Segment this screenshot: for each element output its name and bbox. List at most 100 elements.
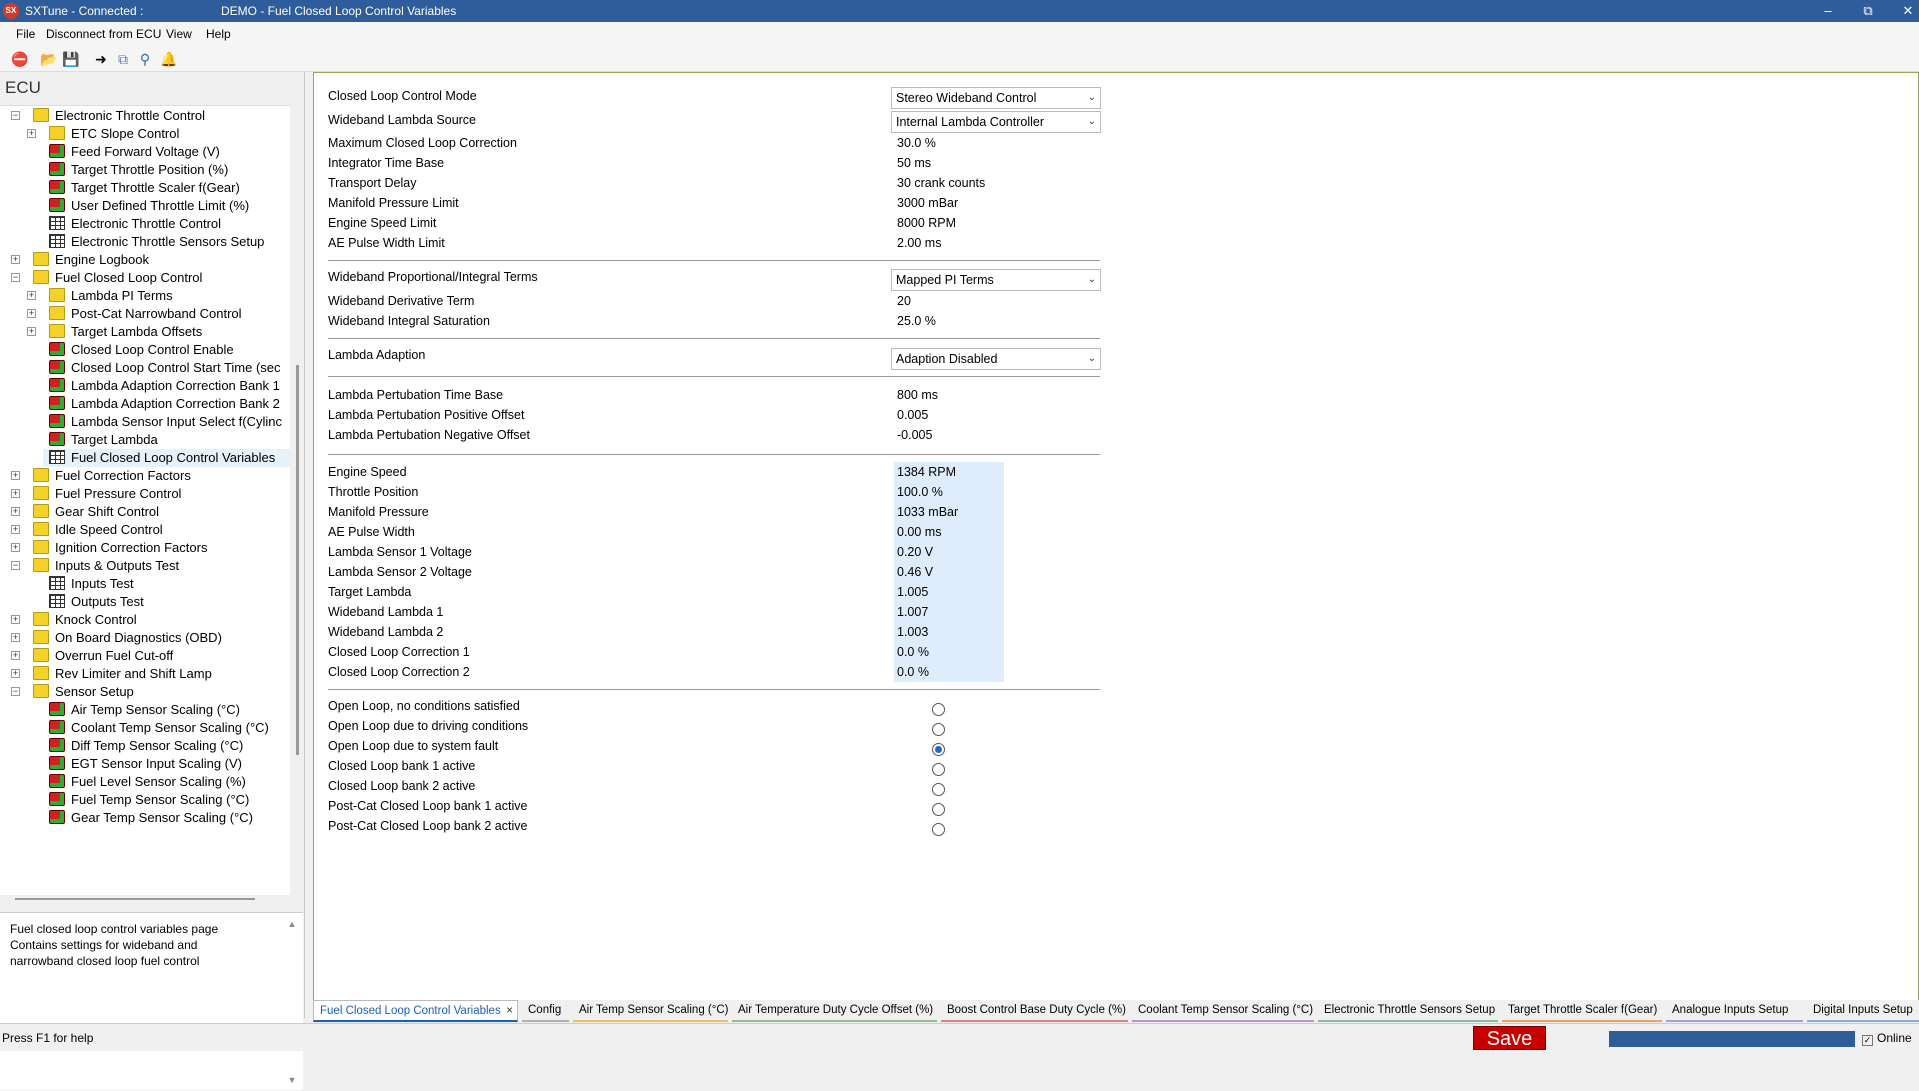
field-value[interactable]: 50 ms <box>894 153 1004 173</box>
menu-help[interactable]: Help <box>206 27 231 41</box>
tree-item[interactable]: − Electronic Throttle Control <box>11 107 290 125</box>
tree-item[interactable]: − Inputs & Outputs Test <box>11 557 290 575</box>
tree-item[interactable]: Outputs Test <box>43 593 290 611</box>
expand-icon[interactable]: + <box>11 489 20 498</box>
tab[interactable]: Air Temperature Duty Cycle Offset (%) <box>732 1000 937 1022</box>
tab[interactable]: Analogue Inputs Setup <box>1666 1000 1803 1022</box>
alert-bell-icon[interactable]: 🔔 <box>160 50 178 68</box>
field-value[interactable]: 3000 mBar <box>894 193 1004 213</box>
expand-icon[interactable]: + <box>11 633 20 642</box>
close-icon[interactable]: ✕ <box>1892 0 1919 22</box>
tree-item[interactable]: Air Temp Sensor Scaling (°C) <box>43 701 290 719</box>
menu-view[interactable]: View <box>166 27 192 41</box>
tree-item[interactable]: Inputs Test <box>43 575 290 593</box>
tree-item[interactable]: + ETC Slope Control <box>27 125 290 143</box>
field-value[interactable]: 30.0 % <box>894 133 1004 153</box>
tree-item[interactable]: Coolant Temp Sensor Scaling (°C) <box>43 719 290 737</box>
status-radio-postcat-bank1[interactable] <box>932 803 945 816</box>
scrollbar-thumb[interactable] <box>15 898 255 900</box>
tree-item[interactable]: + Target Lambda Offsets <box>27 323 290 341</box>
status-radio-open-loop-fault[interactable] <box>932 743 945 756</box>
tree-item[interactable]: Fuel Closed Loop Control Variables <box>43 449 290 467</box>
status-radio-open-loop-no-conditions[interactable] <box>932 703 945 716</box>
pi-terms-select[interactable]: Mapped PI Terms ⌄ <box>891 269 1101 291</box>
tab[interactable]: Air Temp Sensor Scaling (°C) <box>573 1000 728 1022</box>
tree-item[interactable]: + Idle Speed Control <box>11 521 290 539</box>
status-radio-open-loop-driving[interactable] <box>932 723 945 736</box>
expand-icon[interactable]: + <box>11 525 20 534</box>
menu-disconnect[interactable]: Disconnect from ECU <box>46 27 161 41</box>
tree-item[interactable]: Fuel Level Sensor Scaling (%) <box>43 773 290 791</box>
tab[interactable]: Fuel Closed Loop Control Variables × <box>313 1000 518 1022</box>
tab[interactable]: Config <box>522 1000 569 1022</box>
field-value[interactable]: 20 <box>894 291 1004 311</box>
collapse-icon[interactable]: − <box>11 111 20 120</box>
field-value[interactable]: -0.005 <box>894 425 1004 445</box>
expand-icon[interactable]: + <box>11 471 20 480</box>
tree-item[interactable]: + Gear Shift Control <box>11 503 290 521</box>
tree-item[interactable]: Fuel Temp Sensor Scaling (°C) <box>43 791 290 809</box>
tree-item[interactable]: + Ignition Correction Factors <box>11 539 290 557</box>
expand-icon[interactable]: + <box>11 507 20 516</box>
online-toggle[interactable]: ✓ Online <box>1862 1031 1912 1046</box>
open-folder-icon[interactable]: 📂 <box>40 50 58 68</box>
goto-icon[interactable]: ➜ <box>92 50 110 68</box>
restore-icon[interactable]: ⧉ <box>1852 0 1884 22</box>
expand-icon[interactable]: + <box>11 651 20 660</box>
expand-icon[interactable]: + <box>27 327 36 336</box>
field-value[interactable]: 25.0 % <box>894 311 1004 331</box>
status-radio-postcat-bank2[interactable] <box>932 823 945 836</box>
expand-icon[interactable]: + <box>27 309 36 318</box>
field-value[interactable]: 800 ms <box>894 385 1004 405</box>
tree-item[interactable]: User Defined Throttle Limit (%) <box>43 197 290 215</box>
copy-icon[interactable]: ⧉ <box>114 50 132 68</box>
tree-item[interactable]: + Lambda PI Terms <box>27 287 290 305</box>
search-icon[interactable]: ⚲ <box>136 50 154 68</box>
tree-item[interactable]: + Fuel Pressure Control <box>11 485 290 503</box>
save-button[interactable]: Save <box>1473 1026 1546 1050</box>
tab[interactable]: Target Throttle Scaler f(Gear) <box>1502 1000 1662 1022</box>
tree-item[interactable]: Electronic Throttle Control <box>43 215 290 233</box>
tree-item[interactable]: + Rev Limiter and Shift Lamp <box>11 665 290 683</box>
tree-item[interactable]: + Overrun Fuel Cut-off <box>11 647 290 665</box>
tree-item[interactable]: Electronic Throttle Sensors Setup <box>43 233 290 251</box>
tree-item[interactable]: + On Board Diagnostics (OBD) <box>11 629 290 647</box>
tree-item[interactable]: + Engine Logbook <box>11 251 290 269</box>
field-value[interactable]: 0.005 <box>894 405 1004 425</box>
tree-item[interactable]: Diff Temp Sensor Scaling (°C) <box>43 737 290 755</box>
tree-item[interactable]: − Sensor Setup <box>11 683 290 701</box>
tree-horizontal-scrollbar[interactable] <box>0 896 290 902</box>
expand-icon[interactable]: + <box>27 291 36 300</box>
status-radio-closed-loop-bank2[interactable] <box>932 783 945 796</box>
tab[interactable]: Electronic Throttle Sensors Setup <box>1318 1000 1498 1022</box>
save-icon[interactable]: 💾 <box>62 50 80 68</box>
tree-item[interactable]: EGT Sensor Input Scaling (V) <box>43 755 290 773</box>
field-value[interactable]: 2.00 ms <box>894 233 1004 253</box>
tree-item[interactable]: Target Lambda <box>43 431 290 449</box>
tree-item[interactable]: Gear Temp Sensor Scaling (°C) <box>43 809 290 827</box>
tree-item[interactable]: + Knock Control <box>11 611 290 629</box>
tree-item[interactable]: Target Throttle Position (%) <box>43 161 290 179</box>
tree-item[interactable]: Lambda Adaption Correction Bank 1 <box>43 377 290 395</box>
tree-vertical-scrollbar[interactable] <box>292 105 301 895</box>
collapse-icon[interactable]: − <box>11 561 20 570</box>
collapse-icon[interactable]: − <box>11 273 20 282</box>
tree-item[interactable]: Lambda Sensor Input Select f(Cylinc <box>43 413 290 431</box>
expand-icon[interactable]: + <box>11 669 20 678</box>
scrollbar-thumb[interactable] <box>296 365 299 755</box>
closed-loop-mode-select[interactable]: Stereo Wideband Control ⌄ <box>891 87 1101 109</box>
tab[interactable]: Boost Control Base Duty Cycle (%) <box>941 1000 1128 1022</box>
disconnect-icon[interactable]: ⛔ <box>11 50 29 68</box>
menu-file[interactable]: File <box>16 27 35 41</box>
tree-item[interactable]: Closed Loop Control Start Time (sec <box>43 359 290 377</box>
tab[interactable]: Digital Inputs Setup <box>1807 1000 1919 1022</box>
expand-icon[interactable]: + <box>11 543 20 552</box>
scroll-down-icon[interactable]: ▼ <box>285 1075 299 1085</box>
collapse-icon[interactable]: − <box>11 687 20 696</box>
checkbox-icon[interactable]: ✓ <box>1862 1035 1873 1046</box>
tree-item[interactable]: + Fuel Correction Factors <box>11 467 290 485</box>
tree-item[interactable]: − Fuel Closed Loop Control <box>11 269 290 287</box>
status-radio-closed-loop-bank1[interactable] <box>932 763 945 776</box>
tree-item[interactable]: Closed Loop Control Enable <box>43 341 290 359</box>
expand-icon[interactable]: + <box>11 615 20 624</box>
